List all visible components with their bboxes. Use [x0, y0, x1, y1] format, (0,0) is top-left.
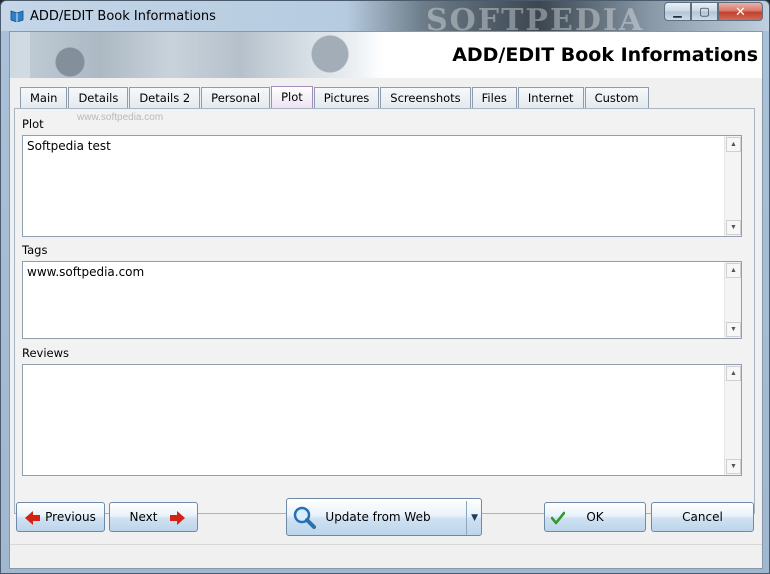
- maximize-icon[interactable]: ▢: [691, 2, 718, 21]
- chevron-down-icon[interactable]: ▼: [471, 513, 478, 523]
- tags-text: www.softpedia.com: [27, 265, 145, 279]
- app-window: ADD/EDIT Book Informations SOFTPEDIA ▁ ▢…: [0, 0, 770, 574]
- scroll-down-icon[interactable]: ▼: [726, 220, 741, 235]
- next-button-label: Next: [129, 510, 158, 524]
- arrow-left-icon: [25, 511, 40, 525]
- ok-button-label: OK: [586, 510, 604, 524]
- update-from-web-button[interactable]: Update from Web ▼: [286, 498, 482, 536]
- scroll-up-icon[interactable]: ▲: [726, 137, 741, 152]
- next-button[interactable]: Next: [109, 502, 198, 532]
- dialog-client: ADD/EDIT Book Informations Main Details …: [9, 31, 763, 569]
- previous-button-label: Previous: [45, 510, 96, 524]
- tab-strip: Main Details Details 2 Personal Plot Pic…: [20, 86, 650, 108]
- tab-files[interactable]: Files: [471, 87, 517, 108]
- plot-label: Plot: [22, 117, 44, 131]
- tab-personal[interactable]: Personal: [201, 87, 271, 108]
- tab-plot[interactable]: Plot: [271, 86, 313, 108]
- plot-scrollbar[interactable]: ▲ ▼: [724, 136, 741, 236]
- previous-button[interactable]: Previous: [16, 502, 105, 532]
- window-title: ADD/EDIT Book Informations: [30, 9, 216, 24]
- magnifier-icon: [293, 506, 316, 529]
- scroll-down-icon[interactable]: ▼: [726, 322, 741, 337]
- tab-screenshots[interactable]: Screenshots: [380, 87, 471, 108]
- cancel-button-label: Cancel: [682, 510, 723, 524]
- scroll-up-icon[interactable]: ▲: [726, 366, 741, 381]
- cancel-button[interactable]: Cancel: [651, 502, 754, 532]
- checkmark-icon: [551, 511, 565, 525]
- arrow-right-icon: [170, 511, 185, 525]
- close-icon[interactable]: ✕: [718, 2, 763, 21]
- reviews-scrollbar[interactable]: ▲ ▼: [724, 365, 741, 475]
- scroll-up-icon[interactable]: ▲: [726, 263, 741, 278]
- book-app-icon: [10, 10, 24, 22]
- tab-main[interactable]: Main: [20, 87, 68, 108]
- ok-button[interactable]: OK: [544, 502, 646, 532]
- tab-internet[interactable]: Internet: [517, 87, 584, 108]
- split-divider: [466, 501, 467, 535]
- title-bar[interactable]: ADD/EDIT Book Informations SOFTPEDIA ▁ ▢…: [1, 1, 769, 38]
- reviews-textarea[interactable]: ▲ ▼: [22, 364, 742, 476]
- tab-details[interactable]: Details: [68, 87, 129, 108]
- panel-watermark: www.softpedia.com: [77, 112, 164, 123]
- update-from-web-label: Update from Web: [325, 510, 431, 524]
- plot-text: Softpedia test: [27, 139, 111, 153]
- window-controls: ▁ ▢ ✕: [664, 2, 763, 21]
- banner-image: [30, 32, 380, 78]
- minimize-icon[interactable]: ▁: [664, 2, 691, 21]
- reviews-label: Reviews: [22, 346, 70, 360]
- plot-textarea[interactable]: Softpedia test ▲ ▼: [22, 135, 742, 237]
- scroll-down-icon[interactable]: ▼: [726, 459, 741, 474]
- tab-custom[interactable]: Custom: [584, 87, 649, 108]
- tab-pictures[interactable]: Pictures: [313, 87, 380, 108]
- header-title: ADD/EDIT Book Informations: [452, 44, 758, 66]
- tags-textarea[interactable]: www.softpedia.com ▲ ▼: [22, 261, 742, 339]
- tags-scrollbar[interactable]: ▲ ▼: [724, 262, 741, 338]
- tags-label: Tags: [22, 243, 48, 257]
- plot-tab-panel: www.softpedia.com Plot Softpedia test ▲ …: [14, 108, 755, 514]
- header-banner: ADD/EDIT Book Informations: [10, 32, 762, 78]
- tab-details-2[interactable]: Details 2: [129, 87, 201, 108]
- status-bar: [10, 544, 762, 568]
